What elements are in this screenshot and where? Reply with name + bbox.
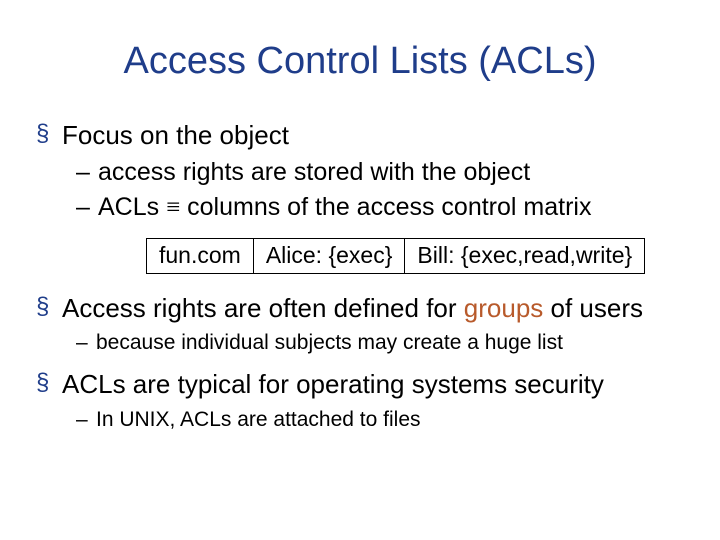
bullet-text-pre: Access rights are often defined for <box>62 293 464 323</box>
sub-item: because individual subjects may create a… <box>76 329 690 356</box>
bullet-os-security: ACLs are typical for operating systems s… <box>36 368 690 433</box>
bullet-groups: Access rights are often defined for grou… <box>36 292 690 357</box>
accent-word-groups: groups <box>464 293 544 323</box>
bullet-list: Focus on the object access rights are st… <box>36 119 690 433</box>
acl-object-cell: fun.com <box>147 239 254 273</box>
sub-item: access rights are stored with the object <box>76 156 690 189</box>
bullet-text-post: of users <box>543 293 643 323</box>
bullet-text: Focus on the object <box>62 120 289 150</box>
sub-list: In UNIX, ACLs are attached to files <box>76 406 690 433</box>
sub-item: In UNIX, ACLs are attached to files <box>76 406 690 433</box>
sub-text-post: columns of the access control matrix <box>180 193 591 221</box>
acl-example: fun.com Alice: {exec} Bill: {exec,read,w… <box>146 238 690 273</box>
bullet-focus-object: Focus on the object access rights are st… <box>36 119 690 274</box>
acl-entry-cell: Alice: {exec} <box>253 239 405 273</box>
sub-text: In UNIX, ACLs are attached to files <box>96 408 421 431</box>
sub-item: ACLs ≡ columns of the access control mat… <box>76 191 690 225</box>
slide-title: Access Control Lists (ACLs) <box>30 40 690 83</box>
acl-table: fun.com Alice: {exec} Bill: {exec,read,w… <box>146 238 645 273</box>
sub-text: access rights are stored with the object <box>98 158 530 186</box>
slide: Access Control Lists (ACLs) Focus on the… <box>0 0 720 540</box>
sub-list: because individual subjects may create a… <box>76 329 690 356</box>
equiv-symbol: ≡ <box>166 194 180 221</box>
acl-entry-cell: Bill: {exec,read,write} <box>405 239 645 273</box>
table-row: fun.com Alice: {exec} Bill: {exec,read,w… <box>147 239 645 273</box>
sub-text-pre: ACLs <box>98 193 166 221</box>
sub-list: access rights are stored with the object… <box>76 156 690 224</box>
sub-text: because individual subjects may create a… <box>96 331 563 354</box>
bullet-text: ACLs are typical for operating systems s… <box>62 369 604 399</box>
